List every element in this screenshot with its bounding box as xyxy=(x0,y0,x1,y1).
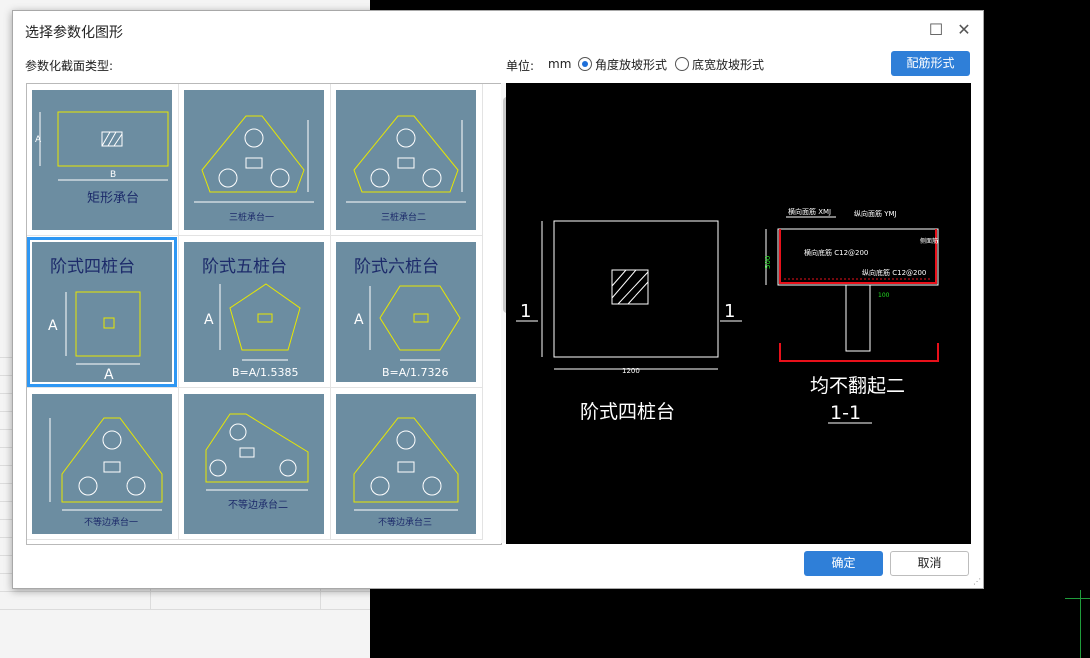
svg-text:A: A xyxy=(48,318,58,334)
svg-text:A: A xyxy=(204,312,214,328)
section-type-label: 参数化截面类型: xyxy=(25,59,114,73)
svg-text:A: A xyxy=(35,135,42,145)
three-pile-cap-2-thumbnail: 三桩承台二 xyxy=(346,115,466,223)
svg-text:B=A/1.5385: B=A/1.5385 xyxy=(232,366,298,379)
unequal-cap-3-thumbnail: 不等边承台三 xyxy=(353,417,459,528)
stepped-five-pile-thumbnail: 阶式五桩台 A B=A/1.5385 xyxy=(202,257,301,379)
shape-item-unequal-3[interactable]: 不等边承台三 xyxy=(331,388,483,540)
svg-text:阶式五桩台: 阶式五桩台 xyxy=(202,257,287,277)
svg-text:不等边承台三: 不等边承台三 xyxy=(378,516,432,528)
svg-text:阶式四桩台: 阶式四桩台 xyxy=(50,257,135,277)
plan-dimension: 1200 xyxy=(622,367,640,375)
svg-text:B: B xyxy=(110,170,116,180)
cad-axis-line xyxy=(1065,598,1090,599)
ok-button[interactable]: 确定 xyxy=(804,551,883,576)
unit-label: 单位: xyxy=(506,59,535,73)
svg-text:B=A/1.7326: B=A/1.7326 xyxy=(382,366,448,379)
svg-text:阶式六桩台: 阶式六桩台 xyxy=(354,257,439,277)
stepped-four-pile-thumbnail: 阶式四桩台 A A xyxy=(48,257,141,383)
angle-slope-label[interactable]: 角度放坡形式 xyxy=(595,56,667,73)
shape-list: A B 矩形承台 三桩承台一 三桩承台二 阶式四桩台 A A 阶式五桩台 A B… xyxy=(26,83,502,545)
stepped-six-pile-thumbnail: 阶式六桩台 A B=A/1.7326 xyxy=(354,257,461,379)
dim-100: 100 xyxy=(878,292,890,299)
svg-text:不等边承台二: 不等边承台二 xyxy=(228,498,288,511)
top-y-rebar: 纵向面筋 YMJ xyxy=(854,209,897,218)
angle-slope-radio[interactable] xyxy=(578,57,592,71)
svg-text:三桩承台二: 三桩承台二 xyxy=(381,211,426,223)
svg-text:A: A xyxy=(354,312,364,328)
shape-item-rect[interactable]: A B 矩形承台 xyxy=(27,84,179,236)
unequal-cap-1-thumbnail: 不等边承台一 xyxy=(49,417,163,528)
shape-item-stepped-four-pile[interactable]: 阶式四桩台 A A xyxy=(27,236,179,388)
section-mark-right: 1 xyxy=(724,301,735,322)
dialog-title: 选择参数化图形 xyxy=(25,25,123,41)
bottom-width-slope-radio[interactable] xyxy=(675,57,689,71)
rect-cap-thumbnail: A B 矩形承台 xyxy=(35,111,169,206)
shape-item-stepped-six-pile[interactable]: 阶式六桩台 A B=A/1.7326 xyxy=(331,236,483,388)
rebar-form-button[interactable]: 配筋形式 xyxy=(891,51,970,76)
section-name: 1-1 xyxy=(830,402,861,424)
cancel-button[interactable]: 取消 xyxy=(890,551,969,576)
bottom-x-rebar: 横向底筋 C12@200 xyxy=(804,248,868,257)
cad-axis-line xyxy=(1080,590,1081,658)
bottom-width-slope-label[interactable]: 底宽放坡形式 xyxy=(692,56,764,73)
section-title: 均不翻起二 xyxy=(810,375,905,397)
svg-text:三桩承台一: 三桩承台一 xyxy=(229,211,274,223)
section-mark-left: 1 xyxy=(520,301,531,322)
svg-text:A: A xyxy=(104,367,114,382)
preview-label: 阶式四桩台 xyxy=(580,401,675,423)
shape-item-unequal-2[interactable]: 不等边承台二 xyxy=(179,388,331,540)
shape-item-unequal-1[interactable]: 不等边承台一 xyxy=(27,388,179,540)
bottom-y-rebar: 纵向底筋 C12@200 xyxy=(862,268,926,277)
resize-grip-icon[interactable]: ⋰ xyxy=(973,577,981,586)
maximize-icon[interactable]: ☐ xyxy=(925,19,947,41)
select-parametric-shape-dialog: 选择参数化图形 ☐ ✕ 参数化截面类型: 单位: mm 角度放坡形式 底宽放坡形… xyxy=(12,10,984,589)
three-pile-cap-1-thumbnail: 三桩承台一 xyxy=(194,115,314,223)
svg-text:不等边承台一: 不等边承台一 xyxy=(84,516,138,528)
top-x-rebar: 横向面筋 XMJ xyxy=(788,207,831,216)
shape-item-stepped-five-pile[interactable]: 阶式五桩台 A B=A/1.5385 xyxy=(179,236,331,388)
side-rebar: 侧面筋 xyxy=(920,237,938,245)
preview-canvas: 1200 1 1 阶式四桩台 500 横向面筋 XMJ 纵向面筋 YMJ 横向底… xyxy=(506,83,971,544)
shape-item-three-pile-2[interactable]: 三桩承台二 xyxy=(331,84,483,236)
shape-item-three-pile-1[interactable]: 三桩承台一 xyxy=(179,84,331,236)
height-dimension: 500 xyxy=(764,256,772,269)
preview-drawing: 1200 1 1 阶式四桩台 500 横向面筋 XMJ 纵向面筋 YMJ 横向底… xyxy=(516,207,939,424)
close-icon[interactable]: ✕ xyxy=(953,19,975,41)
unequal-cap-2-thumbnail: 不等边承台二 xyxy=(205,413,309,511)
svg-text:矩形承台: 矩形承台 xyxy=(87,191,139,206)
unit-value: mm xyxy=(548,57,572,71)
